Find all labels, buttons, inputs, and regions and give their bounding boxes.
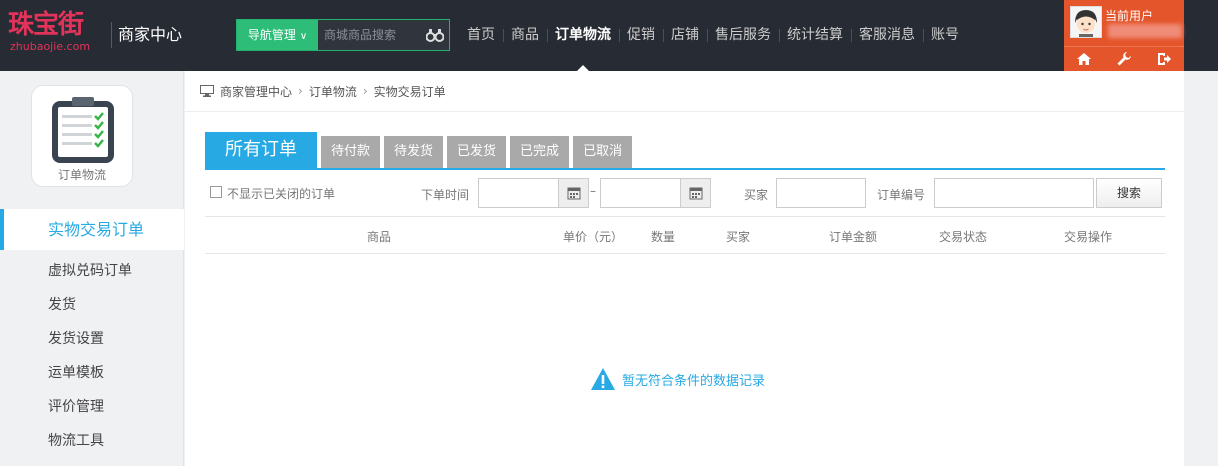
top-nav: 首页 商品 订单物流 促销 店铺 售后服务 统计结算 客服消息 账号 xyxy=(459,0,967,71)
order-time-label: 下单时间 xyxy=(421,188,470,202)
search-button[interactable]: 搜索 xyxy=(1096,178,1162,208)
column-header-status: 交易状态 xyxy=(939,230,988,244)
site-logo[interactable]: 珠宝街 zhubaojie.com xyxy=(8,9,108,57)
nav-item-statistics[interactable]: 统计结算 xyxy=(779,0,851,71)
sidebar-item-physical-orders[interactable]: 实物交易订单 xyxy=(0,209,184,250)
tab-pending-shipment[interactable]: 待发货 xyxy=(384,136,444,168)
order-tabs: 所有订单 待付款 待发货 已发货 已完成 已取消 xyxy=(205,132,636,168)
nav-item-store[interactable]: 店铺 xyxy=(663,0,707,71)
hide-closed-checkbox[interactable] xyxy=(210,186,222,198)
warning-icon xyxy=(591,368,615,390)
logo-text: 珠宝街 xyxy=(8,10,84,40)
sidebar-item-shipping[interactable]: 发货 xyxy=(0,288,184,322)
module-card[interactable]: 订单物流 xyxy=(31,85,133,187)
nav-search-group: 导航管理 ∨ xyxy=(236,19,450,51)
column-header-buyer: 买家 xyxy=(726,230,751,244)
sidebar-item-virtual-orders[interactable]: 虚拟兑码订单 xyxy=(0,254,184,288)
sidebar: 订单物流 实物交易订单 虚拟兑码订单 发货 发货设置 运单模板 评价管理 物流工… xyxy=(0,71,184,466)
search-box xyxy=(318,20,449,50)
breadcrumb-item-home[interactable]: 商家管理中心 xyxy=(220,83,292,100)
nav-manage-label: 导航管理 xyxy=(247,28,296,42)
user-panel: 当前用户 xyxy=(1064,0,1184,71)
column-header-order-amount: 订单金额 xyxy=(829,230,878,244)
binoculars-search-icon[interactable] xyxy=(426,28,444,42)
home-icon[interactable] xyxy=(1076,51,1092,67)
nav-item-orders[interactable]: 订单物流 xyxy=(547,0,619,71)
wrench-icon[interactable] xyxy=(1116,51,1132,67)
breadcrumb: 商家管理中心 › 订单物流 › 实物交易订单 xyxy=(200,83,446,99)
clipboard-checklist-icon xyxy=(52,97,114,163)
top-header: 珠宝街 zhubaojie.com 商家中心 导航管理∨ 首页 商品 订单物流 … xyxy=(0,0,1218,71)
empty-state: 暂无符合条件的数据记录 xyxy=(590,367,765,391)
hide-closed-label: 不显示已关闭的订单 xyxy=(227,187,336,201)
buyer-label: 买家 xyxy=(744,188,769,202)
side-menu: 实物交易订单 虚拟兑码订单 发货 发货设置 运单模板 评价管理 物流工具 xyxy=(0,209,184,458)
sidebar-item-waybill-template[interactable]: 运单模板 xyxy=(0,356,184,390)
nav-item-home[interactable]: 首页 xyxy=(459,0,503,71)
tab-shipped[interactable]: 已发货 xyxy=(447,136,507,168)
header-divider xyxy=(111,22,112,48)
tabs-underline xyxy=(205,168,1165,170)
start-date-picker[interactable] xyxy=(558,179,588,207)
module-label: 订单物流 xyxy=(57,168,106,182)
avatar-face-icon xyxy=(1071,7,1101,37)
nav-item-aftersale[interactable]: 售后服务 xyxy=(707,0,779,71)
column-header-unit-price: 单价（元） xyxy=(563,230,624,244)
end-date-picker[interactable] xyxy=(680,179,710,207)
breadcrumb-item-orders[interactable]: 订单物流 xyxy=(309,83,357,100)
column-header-actions: 交易操作 xyxy=(1064,230,1113,244)
buyer-input[interactable] xyxy=(776,178,866,208)
sidebar-item-shipping-settings[interactable]: 发货设置 xyxy=(0,322,184,356)
calendar-icon xyxy=(567,187,581,200)
main-content: 商家管理中心 › 订单物流 › 实物交易订单 所有订单 待付款 待发货 已发货 … xyxy=(185,71,1184,466)
logout-icon[interactable] xyxy=(1156,51,1172,67)
order-no-label: 订单编号 xyxy=(877,188,926,202)
order-no-input[interactable] xyxy=(934,178,1094,208)
tab-completed[interactable]: 已完成 xyxy=(510,136,570,168)
breadcrumb-separator-icon: › xyxy=(362,84,368,98)
site-title: 商家中心 xyxy=(118,25,183,44)
current-user-label: 当前用户 xyxy=(1105,9,1154,23)
user-name-redacted xyxy=(1108,24,1182,38)
nav-item-messages[interactable]: 客服消息 xyxy=(851,0,923,71)
filter-bar: 不显示已关闭的订单 下单时间 – 买家 订单编号 搜索 xyxy=(205,177,1165,211)
tab-pending-payment[interactable]: 待付款 xyxy=(321,136,381,168)
date-separator: – xyxy=(590,184,596,198)
tab-cancelled[interactable]: 已取消 xyxy=(573,136,633,168)
breadcrumb-divider xyxy=(185,111,1184,112)
nav-manage-button[interactable]: 导航管理 ∨ xyxy=(237,20,318,50)
end-date-input[interactable] xyxy=(601,179,681,207)
logo-domain: zhubaojie.com xyxy=(10,40,91,53)
nav-item-promotion[interactable]: 促销 xyxy=(619,0,663,71)
chevron-down-icon: ∨ xyxy=(299,31,308,42)
sidebar-item-reviews[interactable]: 评价管理 xyxy=(0,390,184,424)
order-table-header: 商品 单价（元） 数量 买家 订单金额 交易状态 交易操作 xyxy=(205,216,1165,254)
start-date-input[interactable] xyxy=(479,179,559,207)
column-header-goods: 商品 xyxy=(367,230,392,244)
breadcrumb-separator-icon: › xyxy=(298,84,303,98)
nav-item-goods[interactable]: 商品 xyxy=(503,0,547,71)
end-date-field xyxy=(600,178,711,208)
nav-item-account[interactable]: 账号 xyxy=(923,0,967,71)
monitor-icon xyxy=(200,85,214,97)
start-date-field xyxy=(478,178,589,208)
avatar[interactable] xyxy=(1070,6,1102,38)
breadcrumb-item-current: 实物交易订单 xyxy=(373,84,446,99)
user-actions xyxy=(1064,46,1184,71)
empty-message: 暂无符合条件的数据记录 xyxy=(622,373,766,389)
column-header-quantity: 数量 xyxy=(651,230,676,244)
calendar-icon xyxy=(689,187,703,200)
sidebar-item-logistics-tools[interactable]: 物流工具 xyxy=(0,424,184,458)
tab-all-orders[interactable]: 所有订单 xyxy=(205,132,317,168)
